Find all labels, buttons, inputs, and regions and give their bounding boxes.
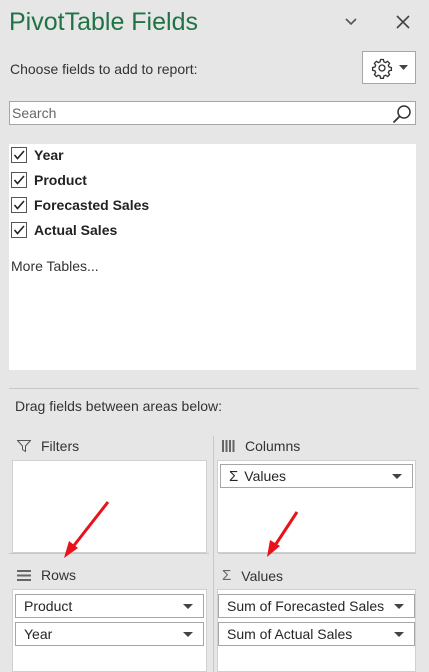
red-arrow-icon bbox=[267, 511, 299, 557]
red-arrow-icon bbox=[64, 501, 110, 558]
annotation-arrows bbox=[64, 501, 299, 558]
